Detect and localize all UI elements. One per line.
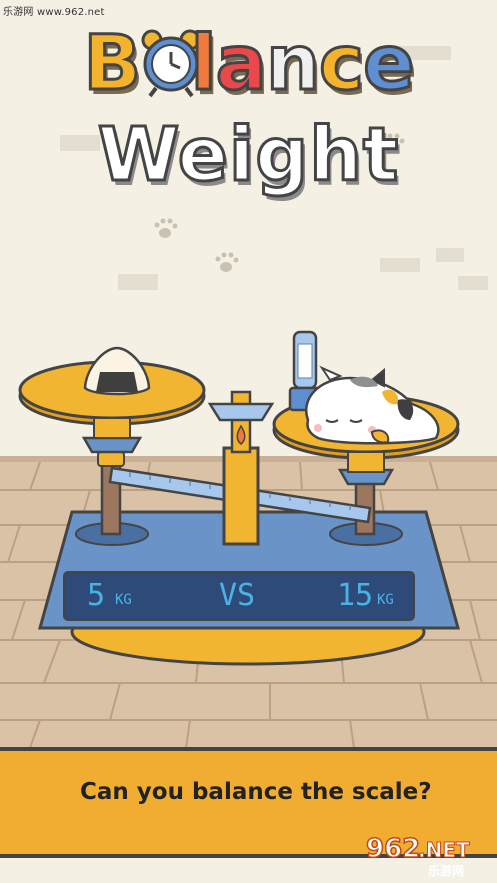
watermark-top: 乐游网 www.962.net xyxy=(3,7,105,18)
watermark-site: 乐游网 xyxy=(428,864,465,878)
title-letter: n xyxy=(264,17,321,109)
watermark-bottom: 962 .NET 乐游网 xyxy=(365,833,492,878)
title-letter: e xyxy=(362,17,417,109)
versus-label: VS xyxy=(219,578,256,613)
weight-display: 5 KG VS 15 KG xyxy=(67,576,411,616)
left-weight-unit: KG xyxy=(115,592,132,608)
title-letter: B xyxy=(82,17,143,109)
title-letter: l xyxy=(189,17,218,109)
watermark-suffix: .NET xyxy=(418,838,471,863)
right-weight-unit: KG xyxy=(377,592,394,608)
watermark-number: 962 xyxy=(365,833,421,865)
title-letter: a xyxy=(214,17,268,109)
title-letter-clock-placeholder: a xyxy=(140,18,190,107)
title-letter: c xyxy=(318,17,366,109)
game-title-line2: Weight xyxy=(96,111,400,200)
left-weight-value: 5 xyxy=(87,578,106,613)
right-weight-value: 15 xyxy=(337,578,374,613)
game-title-line1: Balance xyxy=(0,17,497,109)
tagline-text: Can you balance the scale? xyxy=(80,779,432,805)
